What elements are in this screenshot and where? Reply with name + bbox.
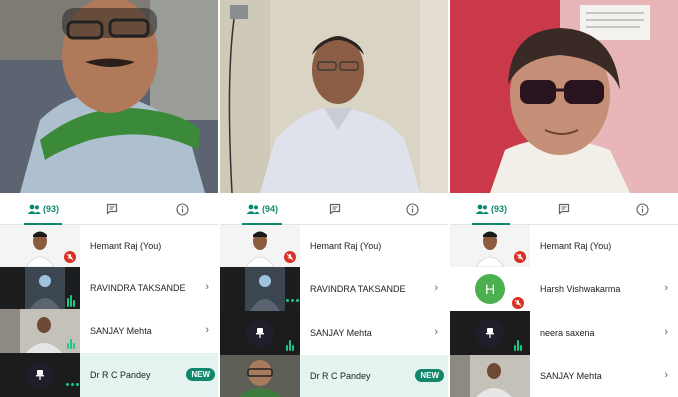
participant-name: Dr R C Pandey bbox=[90, 370, 151, 380]
tab-participants[interactable]: (93) bbox=[18, 193, 68, 225]
meeting-panel-2: (94) Hemant Raj (You) RAVINDRA TAKSANDE … bbox=[220, 0, 448, 397]
participant-name: SANJAY Mehta bbox=[540, 371, 602, 381]
tab-info[interactable] bbox=[400, 193, 424, 225]
participant-row[interactable]: neera saxena › bbox=[450, 311, 678, 355]
participant-list: Hemant Raj (You) RAVINDRA TAKSANDE › SAN… bbox=[220, 225, 448, 397]
participant-list: Hemant Raj (You) H Harsh Vishwakarma › n… bbox=[450, 225, 678, 397]
participant-row[interactable]: Hemant Raj (You) bbox=[220, 225, 448, 267]
tab-participants[interactable]: (94) bbox=[236, 193, 288, 225]
chevron-right-icon[interactable]: › bbox=[434, 326, 438, 338]
main-video-feed bbox=[220, 0, 448, 193]
chevron-right-icon[interactable]: › bbox=[205, 324, 209, 336]
new-badge: NEW bbox=[415, 369, 444, 382]
participant-count: (93) bbox=[42, 204, 59, 214]
participant-name: SANJAY Mehta bbox=[310, 328, 372, 338]
tab-chat[interactable] bbox=[100, 193, 124, 225]
participant-row[interactable]: SANJAY Mehta › bbox=[0, 309, 219, 353]
participant-row[interactable]: H Harsh Vishwakarma › bbox=[450, 267, 678, 311]
participant-name: Dr R C Pandey bbox=[310, 371, 371, 381]
meeting-panel-3: (93) Hemant Raj (You) H Harsh Vishwakarm… bbox=[450, 0, 678, 397]
participant-row[interactable]: RAVINDRA TAKSANDE › bbox=[220, 267, 448, 311]
participants-tab-bar: (93) bbox=[450, 193, 678, 225]
mic-off-icon bbox=[514, 251, 526, 263]
audio-level-icon bbox=[67, 295, 75, 307]
chat-icon bbox=[558, 203, 570, 215]
people-icon bbox=[27, 204, 41, 214]
main-video-feed bbox=[450, 0, 678, 193]
participant-row[interactable]: Dr R C Pandey NEW bbox=[0, 353, 219, 397]
participant-row[interactable]: SANJAY Mehta › bbox=[220, 311, 448, 355]
participant-row[interactable]: Hemant Raj (You) bbox=[0, 225, 219, 267]
mic-off-icon bbox=[284, 251, 296, 263]
chevron-right-icon[interactable]: › bbox=[664, 369, 668, 381]
participant-row[interactable]: SANJAY Mehta › bbox=[450, 355, 678, 397]
people-icon bbox=[246, 204, 260, 214]
participant-name: Harsh Vishwakarma bbox=[540, 284, 621, 294]
participant-name: RAVINDRA TAKSANDE bbox=[310, 284, 406, 294]
pin-icon bbox=[476, 319, 504, 347]
tab-info[interactable] bbox=[630, 193, 654, 225]
people-icon bbox=[475, 204, 489, 214]
audio-level-icon bbox=[514, 339, 522, 351]
participant-name: RAVINDRA TAKSANDE bbox=[90, 283, 186, 293]
tab-participants[interactable]: (93) bbox=[466, 193, 516, 225]
participants-tab-bar: (94) bbox=[220, 193, 448, 225]
chat-icon bbox=[106, 203, 118, 215]
chevron-right-icon[interactable]: › bbox=[664, 326, 668, 338]
info-icon bbox=[405, 202, 419, 216]
audio-level-icon bbox=[286, 339, 294, 351]
chat-icon bbox=[329, 203, 341, 215]
audio-level-icon bbox=[67, 337, 75, 349]
participant-row[interactable]: RAVINDRA TAKSANDE › bbox=[0, 267, 219, 309]
audio-level-icon bbox=[66, 383, 79, 386]
pin-icon bbox=[26, 361, 54, 389]
info-icon bbox=[635, 202, 649, 216]
info-icon bbox=[175, 202, 189, 216]
pin-icon bbox=[246, 319, 274, 347]
participant-name: Hemant Raj (You) bbox=[90, 241, 162, 251]
avatar: H bbox=[475, 274, 505, 304]
audio-level-icon bbox=[286, 299, 299, 302]
participant-name: neera saxena bbox=[540, 328, 595, 338]
main-video-feed bbox=[0, 0, 219, 193]
tab-chat[interactable] bbox=[323, 193, 347, 225]
participant-count: (93) bbox=[490, 204, 507, 214]
chevron-right-icon[interactable]: › bbox=[205, 281, 209, 293]
chevron-right-icon[interactable]: › bbox=[664, 282, 668, 294]
participant-name: SANJAY Mehta bbox=[90, 326, 152, 336]
tab-chat[interactable] bbox=[552, 193, 576, 225]
tab-info[interactable] bbox=[170, 193, 194, 225]
participant-thumbnail bbox=[220, 267, 300, 311]
mic-off-icon bbox=[512, 297, 524, 309]
participant-name: Hemant Raj (You) bbox=[310, 241, 382, 251]
participant-row[interactable]: Hemant Raj (You) bbox=[450, 225, 678, 267]
participant-count: (94) bbox=[261, 204, 278, 214]
participant-name: Hemant Raj (You) bbox=[540, 241, 612, 251]
new-badge: NEW bbox=[186, 368, 215, 381]
meeting-panel-1: (93) Hemant Raj (You) RAVINDRA TAKSANDE … bbox=[0, 0, 219, 397]
participant-thumbnail bbox=[220, 355, 300, 397]
participant-row[interactable]: Dr R C Pandey NEW bbox=[220, 355, 448, 397]
participant-thumbnail bbox=[450, 355, 530, 397]
chevron-right-icon[interactable]: › bbox=[434, 282, 438, 294]
participant-list: Hemant Raj (You) RAVINDRA TAKSANDE › SAN… bbox=[0, 225, 219, 397]
participants-tab-bar: (93) bbox=[0, 193, 219, 225]
mic-off-icon bbox=[64, 251, 76, 263]
